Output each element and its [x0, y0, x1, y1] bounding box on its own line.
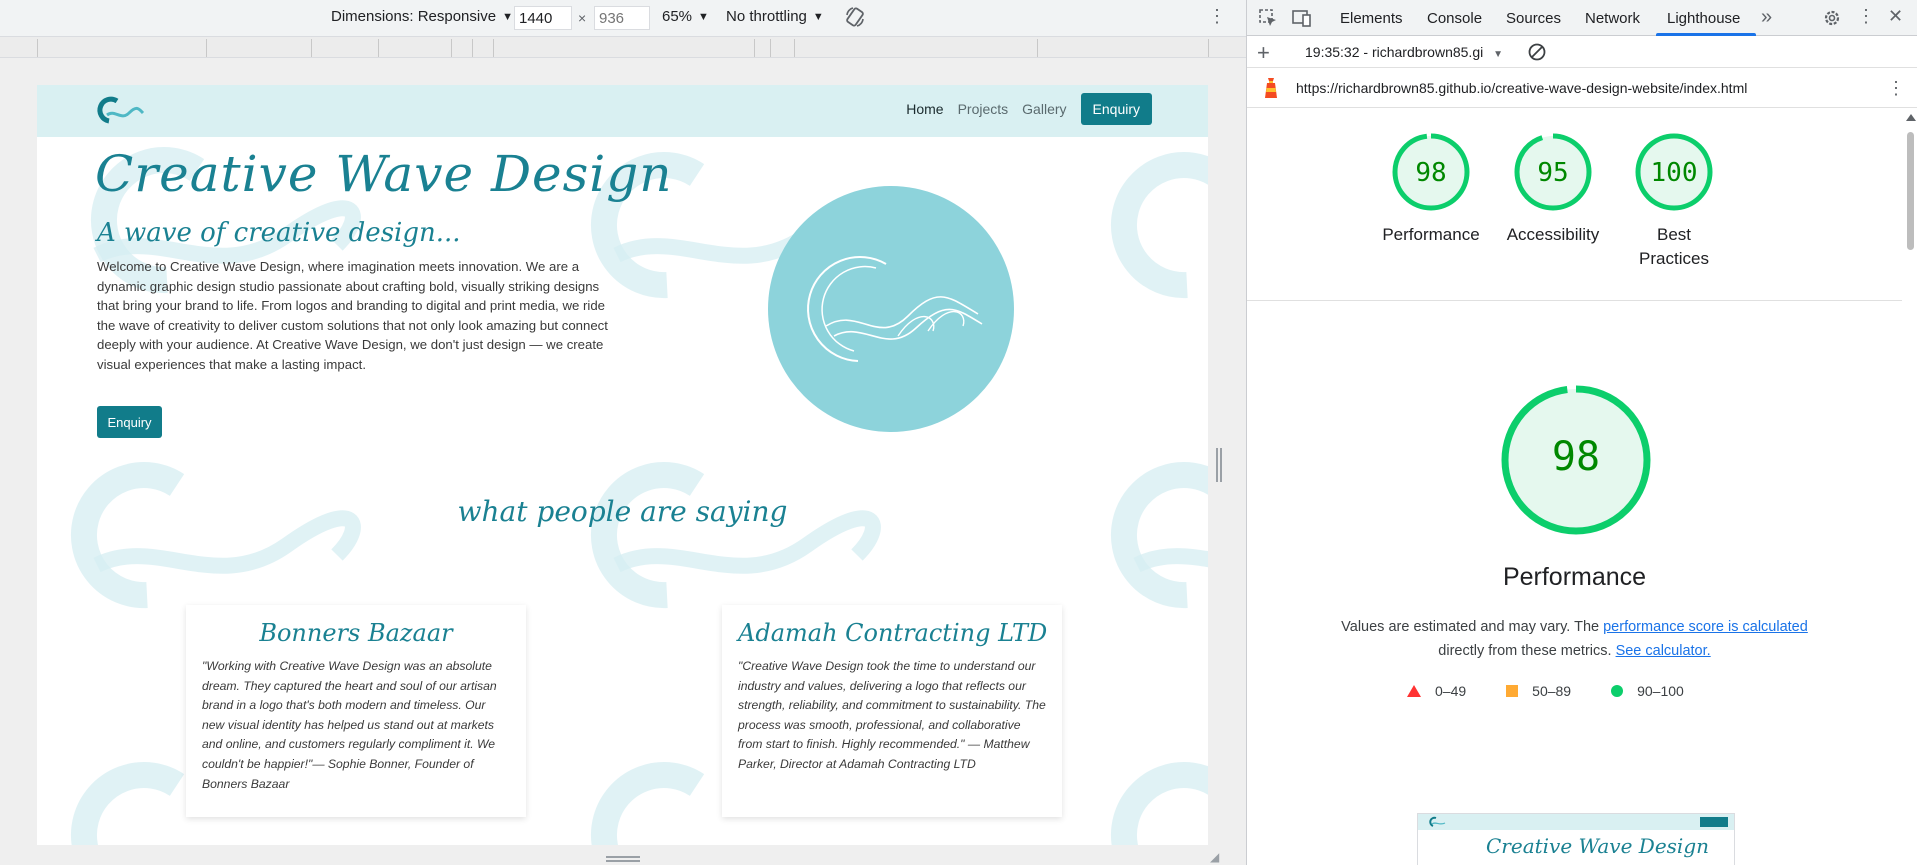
testimonial-card: Bonners Bazaar "Working with Creative Wa… [186, 605, 526, 817]
site-navbar: Home Projects Gallery Enquiry [37, 85, 1208, 137]
testimonial-title: Bonners Bazaar [259, 619, 453, 647]
add-report-icon[interactable]: + [1257, 40, 1270, 66]
settings-icon[interactable] [1821, 7, 1843, 29]
emulated-page: Home Projects Gallery Enquiry Creative W… [37, 85, 1208, 845]
creative-wave-logo[interactable] [95, 95, 145, 127]
thumbnail-enquiry-button [1700, 817, 1728, 827]
hero-subtitle: A wave of creative design... [97, 218, 461, 248]
hero-enquiry-button[interactable]: Enquiry [97, 406, 162, 438]
creative-wave-logo [1429, 816, 1446, 827]
page-screenshot-thumbnail[interactable]: Creative Wave Design [1417, 813, 1735, 865]
score-label: Accessibility [1506, 225, 1600, 244]
score-legend: 0–49 50–89 90–100 [1407, 683, 1684, 699]
wave-logo-icon [807, 256, 983, 362]
scrollbar[interactable] [1904, 108, 1916, 865]
devtools-panel: Elements Console Sources Network Lightho… [1246, 0, 1917, 865]
score-gauge-best-practices[interactable]: 100 Best Practices [1614, 132, 1734, 271]
thumbnail-title: Creative Wave Design [1486, 834, 1709, 858]
hero-text: Welcome to Creative Wave Design, where i… [97, 259, 608, 372]
nav-projects-link[interactable]: Projects [958, 101, 1009, 117]
legend-range: 0–49 [1435, 683, 1467, 699]
resize-corner-icon[interactable]: ◢ [1210, 850, 1224, 864]
legend-pass: 90–100 [1611, 683, 1684, 699]
testimonial-title: Adamah Contracting LTD [738, 619, 1048, 647]
legend-range: 50–89 [1532, 683, 1572, 699]
lighthouse-report: 98 Performance 95 Accessibility 100 Best… [1247, 108, 1902, 865]
dimensions-dropdown[interactable]: Dimensions: Responsive ▼ [331, 8, 513, 25]
performance-title: Performance [1502, 563, 1647, 591]
performance-score-value: 98 [1551, 434, 1601, 480]
kebab-menu-icon[interactable]: ⋮ [1857, 6, 1875, 27]
score-value: 98 [1415, 158, 1447, 188]
testimonial-quote: "Working with Creative Wave Design was a… [202, 659, 497, 791]
chevron-down-icon: ▼ [1493, 49, 1504, 60]
audited-url: https://richardbrown85.github.io/creativ… [1296, 80, 1748, 96]
testimonials-heading: what people are saying [457, 495, 788, 528]
score-label: Performance [1382, 225, 1480, 244]
scroll-up-icon[interactable] [1906, 114, 1916, 121]
description-text: directly from these metrics. [1438, 643, 1616, 659]
rotate-icon[interactable] [844, 6, 866, 28]
chevron-down-icon: ▼ [698, 10, 709, 23]
zoom-label: 65% [662, 8, 693, 25]
more-tabs-icon[interactable]: » [1761, 6, 1772, 29]
dimensions-label: Dimensions: Responsive [331, 8, 497, 25]
score-label: Best Practices [1639, 225, 1709, 268]
clear-icon[interactable] [1527, 42, 1547, 62]
thumbnail-navbar [1418, 814, 1734, 830]
nav-enquiry-button[interactable]: Enquiry [1080, 93, 1152, 125]
close-icon[interactable]: ✕ [1888, 6, 1903, 27]
device-toggle-icon[interactable] [1291, 7, 1313, 29]
hero-title: Creative Wave Design [95, 145, 673, 203]
see-calculator-link[interactable]: See calculator. [1616, 643, 1711, 659]
tab-sources[interactable]: Sources [1506, 10, 1561, 27]
score-gauge-accessibility[interactable]: 95 Accessibility [1493, 132, 1613, 247]
divider [1247, 300, 1902, 301]
tab-elements[interactable]: Elements [1340, 10, 1403, 27]
height-input[interactable] [594, 6, 650, 30]
legend-average: 50–89 [1506, 683, 1571, 699]
kebab-menu-icon[interactable]: ⋮ [1887, 78, 1905, 99]
report-select-label: 19:35:32 - richardbrown85.gi [1305, 44, 1484, 60]
tab-console[interactable]: Console [1427, 10, 1482, 27]
description-text: Values are estimated and may vary. The [1341, 619, 1604, 635]
circle-icon [1611, 685, 1624, 697]
triangle-icon [1407, 685, 1421, 697]
zoom-dropdown[interactable]: 65% ▼ [662, 8, 709, 25]
score-calculated-link[interactable]: performance score is calculated [1603, 619, 1808, 635]
score-value: 95 [1537, 158, 1569, 188]
hero-logo-circle [768, 186, 1014, 432]
performance-gauge-large: 98 [1498, 382, 1654, 538]
chevron-down-icon: ▼ [812, 10, 824, 23]
tab-network[interactable]: Network [1585, 10, 1640, 27]
lighthouse-toolbar: + 19:35:32 - richardbrown85.gi ▼ [1247, 36, 1917, 68]
nav-gallery-link[interactable]: Gallery [1022, 101, 1066, 117]
testimonial-quote: "Creative Wave Design took the time to u… [738, 659, 1046, 771]
device-toolbar: Dimensions: Responsive ▼ × 65% ▼ No thro… [0, 0, 1246, 36]
legend-range: 90–100 [1637, 683, 1684, 699]
nav-home-link[interactable]: Home [906, 101, 943, 117]
width-input[interactable] [514, 6, 572, 30]
tab-lighthouse[interactable]: Lighthouse [1667, 10, 1740, 27]
devtools-tab-bar: Elements Console Sources Network Lightho… [1247, 0, 1917, 36]
throttling-label: No throttling [726, 8, 807, 25]
testimonial-card: Adamah Contracting LTD "Creative Wave De… [722, 605, 1062, 817]
throttling-dropdown[interactable]: No throttling ▼ [726, 8, 824, 25]
kebab-menu-icon[interactable]: ⋮ [1208, 6, 1226, 27]
resize-handle-right[interactable] [1215, 448, 1223, 482]
legend-fail: 0–49 [1407, 683, 1466, 699]
inspect-icon[interactable] [1257, 7, 1279, 29]
performance-description: Values are estimated and may vary. The p… [1307, 615, 1842, 663]
chevron-down-icon: ▼ [502, 10, 513, 23]
lighthouse-icon [1265, 78, 1277, 98]
times-icon: × [578, 10, 587, 26]
media-query-ruler [0, 36, 1246, 58]
square-icon [1506, 685, 1519, 697]
report-select[interactable]: 19:35:32 - richardbrown85.gi ▼ [1305, 44, 1503, 60]
score-gauge-performance[interactable]: 98 Performance [1371, 132, 1491, 247]
lighthouse-url-bar: https://richardbrown85.github.io/creativ… [1247, 68, 1917, 108]
resize-handle-bottom[interactable] [606, 855, 640, 863]
score-value: 100 [1650, 158, 1698, 188]
scrollbar-thumb[interactable] [1907, 132, 1914, 250]
